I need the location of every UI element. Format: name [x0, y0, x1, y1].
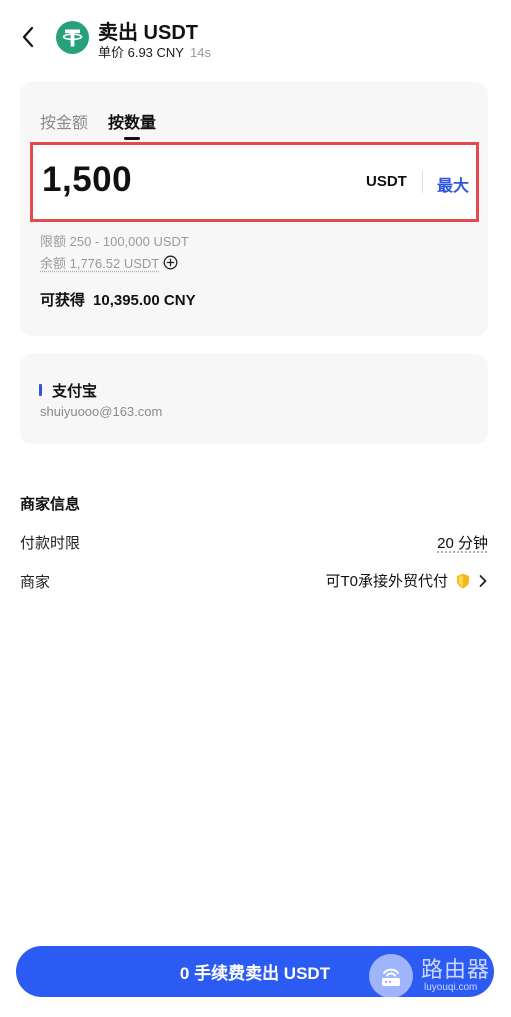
watermark-domain: luyouqi.com [424, 982, 478, 993]
payment-indicator [39, 384, 42, 396]
tab-by-quantity[interactable]: 按数量 [108, 109, 156, 133]
active-tab-indicator [124, 137, 140, 140]
unit-price: 单价 6.93 CNY [98, 45, 184, 60]
merchant-label: 商家 [20, 574, 51, 591]
back-button[interactable] [16, 24, 40, 50]
quantity-input[interactable]: 1,500 USDT 最大 [30, 142, 479, 222]
quantity-unit: USDT [366, 173, 407, 190]
payment-window-label: 付款时限 [20, 535, 81, 552]
merchant-name: 可T0承接外贸代付 [325, 573, 448, 590]
balance-row: 余额 1,776.52 USDT [40, 253, 178, 272]
balance-text: 余额 1,776.52 USDT [40, 256, 160, 271]
watermark: 路由器 luyouqi.com [369, 951, 501, 999]
merchant-section-title: 商家信息 [20, 496, 81, 513]
page-title: 卖出 USDT [98, 22, 198, 44]
chevron-left-icon [22, 26, 34, 48]
quantity-value[interactable]: 1,500 [42, 160, 132, 200]
max-button[interactable]: 最大 [437, 172, 469, 196]
payment-account: shuiyuooo@163.com [40, 404, 163, 419]
chevron-right-icon [478, 574, 488, 588]
limit-range: 限额 250 - 100,000 USDT [40, 234, 189, 249]
payment-method-card[interactable]: 支付宝 shuiyuooo@163.com [20, 354, 488, 444]
refresh-timer: 14s [189, 45, 211, 60]
shield-icon [456, 573, 470, 589]
tether-icon [56, 21, 89, 54]
merchant-link[interactable]: 可T0承接外贸代付 [325, 570, 488, 591]
tab-by-amount[interactable]: 按金额 [40, 109, 88, 133]
receive-label: 可获得 [40, 292, 86, 309]
divider [422, 171, 423, 193]
watermark-name: 路由器 [421, 957, 491, 982]
payment-window-value: 20 分钟 [437, 535, 488, 552]
receive-amount: 10,395.00 CNY [93, 292, 196, 309]
plus-circle-icon[interactable] [163, 255, 178, 270]
router-icon [369, 954, 413, 998]
receive-row: 可获得 10,395.00 CNY [40, 289, 196, 310]
price-info: 单价 6.93 CNY 14s [98, 42, 211, 61]
payment-method-name: 支付宝 [52, 383, 98, 400]
